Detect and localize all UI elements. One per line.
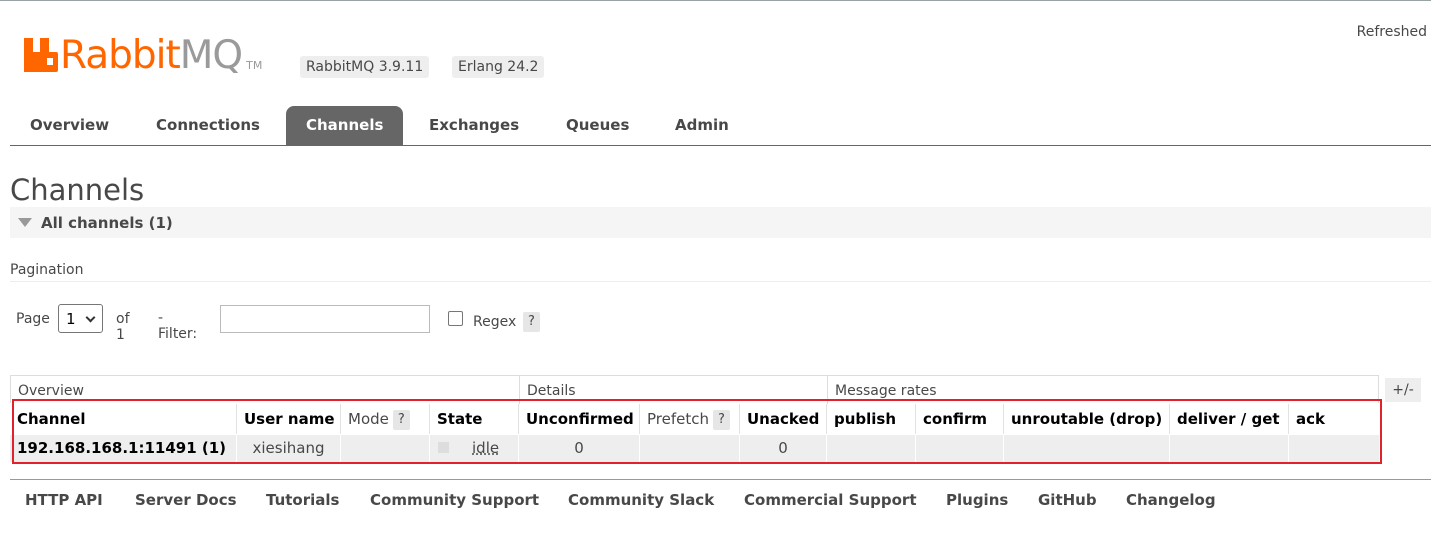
footer-link-changelog[interactable]: Changelog	[1126, 491, 1216, 509]
erlang-version-badge: Erlang 24.2	[452, 56, 545, 78]
pagination-title: Pagination	[10, 262, 84, 278]
regex-help-button[interactable]: ?	[523, 312, 540, 332]
footer-link-server-docs[interactable]: Server Docs	[135, 491, 237, 509]
tab-overview[interactable]: Overview	[10, 106, 129, 145]
divider	[10, 281, 1431, 282]
section-title: All channels (1)	[41, 213, 173, 232]
tab-channels[interactable]: Channels	[286, 106, 404, 145]
collapse-triangle-icon	[18, 218, 32, 227]
page-select[interactable]: 1	[58, 304, 103, 333]
logo-trademark: TM	[246, 59, 263, 72]
regex-label: Regex	[473, 314, 517, 330]
main-nav-tabs: Overview Connections Channels Exchanges …	[10, 106, 1431, 146]
tab-exchanges[interactable]: Exchanges	[409, 106, 539, 145]
top-border	[0, 0, 1431, 1]
footer-link-plugins[interactable]: Plugins	[946, 491, 1008, 509]
page-title: Channels	[10, 173, 145, 207]
footer-link-commercial-support[interactable]: Commercial Support	[744, 491, 917, 509]
all-channels-section-toggle[interactable]: All channels (1)	[10, 207, 1431, 238]
footer-link-community-slack[interactable]: Community Slack	[568, 491, 714, 509]
filter-input[interactable]	[220, 305, 430, 333]
logo-wordmark: RabbitMQ	[60, 33, 243, 78]
page-label: Page	[16, 311, 50, 327]
refreshed-status: Refreshed	[1356, 24, 1427, 40]
rabbitmq-logo[interactable]: RabbitMQ TM	[24, 36, 262, 76]
footer-link-github[interactable]: GitHub	[1038, 491, 1097, 509]
rabbitmq-version-badge: RabbitMQ 3.9.11	[300, 56, 430, 78]
filter-label: - Filter:	[158, 310, 198, 342]
tab-queues[interactable]: Queues	[546, 106, 649, 145]
footer-link-tutorials[interactable]: Tutorials	[266, 491, 339, 509]
footer-link-community-support[interactable]: Community Support	[370, 491, 539, 509]
page-select-value: 1	[66, 309, 76, 328]
regex-checkbox[interactable]	[448, 311, 463, 326]
chevron-down-icon	[85, 312, 96, 323]
tab-connections[interactable]: Connections	[136, 106, 280, 145]
column-toggle-button[interactable]: +/-	[1385, 378, 1421, 402]
rabbit-logo-icon	[24, 38, 58, 72]
highlight-annotation-box	[12, 399, 1382, 464]
tab-admin[interactable]: Admin	[655, 106, 749, 145]
footer-link-http-api[interactable]: HTTP API	[25, 491, 103, 509]
page-count-label: of 1	[116, 311, 130, 343]
footer-divider	[10, 479, 1431, 480]
